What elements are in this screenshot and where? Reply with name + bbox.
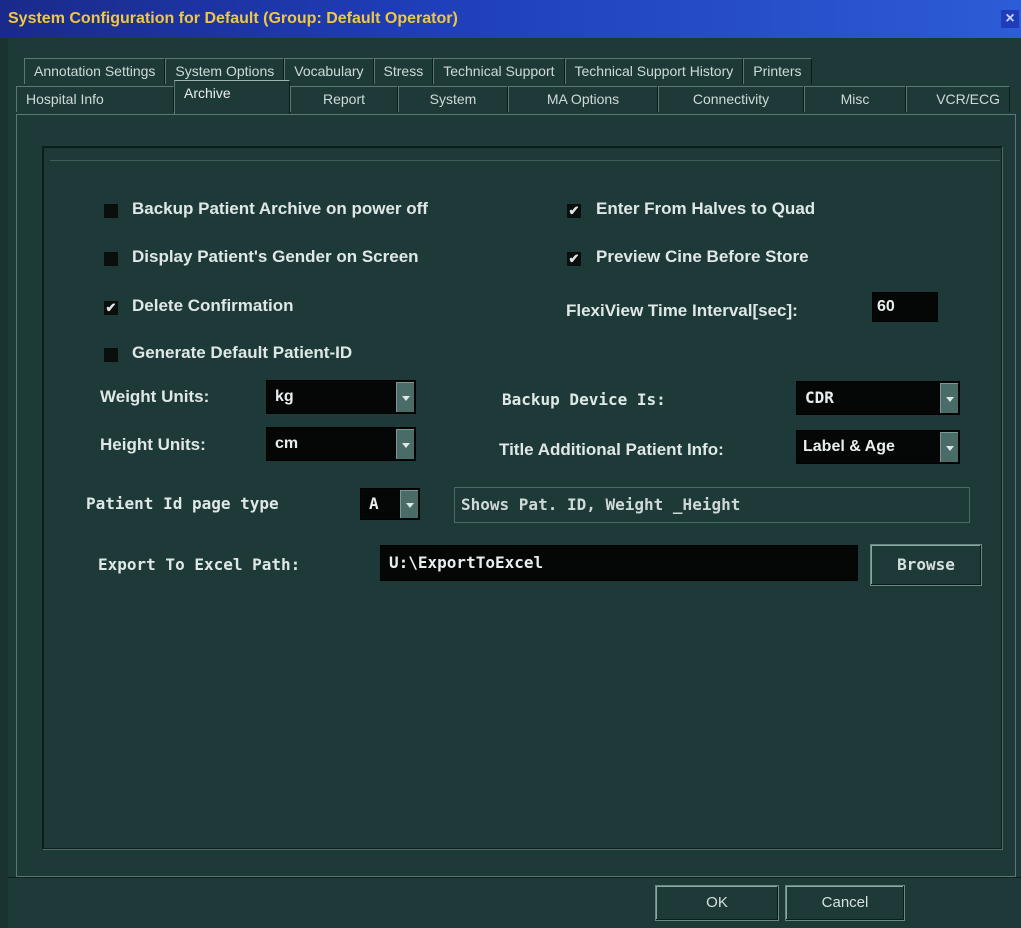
tab-stress[interactable]: Stress: [373, 58, 434, 84]
tab-technical-support-history[interactable]: Technical Support History: [564, 58, 744, 84]
backup-device-dropdown-icon[interactable]: [940, 383, 958, 413]
title-bar: System Configuration for Default (Group:…: [0, 0, 1021, 38]
tab-printers[interactable]: Printers: [743, 58, 812, 84]
patient-id-page-label: Patient Id page type: [86, 494, 279, 513]
tab-ma-options[interactable]: MA Options: [508, 86, 658, 112]
browse-button[interactable]: Browse: [870, 544, 982, 586]
generate-patient-id-checkbox[interactable]: [104, 348, 118, 362]
title-info-label: Title Additional Patient Info:: [499, 440, 724, 459]
group-divider: [50, 160, 1000, 161]
tab-misc[interactable]: Misc: [804, 86, 906, 112]
flexiview-input[interactable]: 60: [872, 292, 938, 322]
patient-id-page-value: A: [369, 494, 379, 513]
tab-vocabulary[interactable]: Vocabulary: [284, 58, 374, 84]
tab-report[interactable]: Report: [290, 86, 398, 112]
ok-button[interactable]: OK: [655, 885, 779, 921]
tab-technical-support[interactable]: Technical Support: [433, 58, 565, 84]
height-units-value: cm: [275, 435, 299, 452]
tab-row-front: Hospital Info Archive Report System MA O…: [16, 80, 1010, 114]
tab-annotation-settings[interactable]: Annotation Settings: [24, 58, 166, 84]
tab-connectivity[interactable]: Connectivity: [658, 86, 804, 112]
window-title: System Configuration for Default (Group:…: [8, 10, 458, 27]
flexiview-label: FlexiView Time Interval[sec]:: [566, 301, 798, 320]
generate-patient-id-label: Generate Default Patient-ID: [132, 343, 353, 362]
height-units-dropdown-icon[interactable]: [396, 429, 414, 459]
halves-to-quad-checkbox[interactable]: ✔: [567, 204, 581, 218]
weight-units-select[interactable]: kg: [266, 380, 416, 414]
height-units-label: Height Units:: [100, 435, 206, 454]
backup-device-value: CDR: [805, 388, 834, 407]
patient-id-page-description: Shows Pat. ID, Weight _Height: [454, 487, 970, 523]
preview-cine-label: Preview Cine Before Store: [596, 247, 809, 266]
tab-row-back: Annotation Settings System Options Vocab…: [24, 58, 812, 84]
backup-on-power-off-checkbox[interactable]: [104, 204, 118, 218]
close-icon[interactable]: ×: [1001, 10, 1019, 28]
title-info-value: Label & Age: [803, 438, 895, 455]
weight-units-label: Weight Units:: [100, 387, 210, 406]
footer-divider: [8, 877, 1021, 878]
backup-device-select[interactable]: CDR: [796, 381, 960, 415]
halves-to-quad-label: Enter From Halves to Quad: [596, 199, 816, 218]
weight-units-dropdown-icon[interactable]: [396, 382, 414, 412]
backup-device-label: Backup Device Is:: [502, 390, 666, 409]
preview-cine-checkbox[interactable]: ✔: [567, 252, 581, 266]
display-gender-label: Display Patient's Gender on Screen: [132, 247, 419, 266]
tab-vcr-ecg[interactable]: VCR/ECG: [906, 86, 1010, 112]
tab-system[interactable]: System: [398, 86, 508, 112]
title-info-dropdown-icon[interactable]: [940, 432, 958, 462]
export-path-label: Export To Excel Path:: [98, 555, 301, 574]
height-units-select[interactable]: cm: [266, 427, 416, 461]
delete-confirmation-label: Delete Confirmation: [132, 296, 294, 315]
tab-archive[interactable]: Archive: [174, 80, 290, 114]
display-gender-checkbox[interactable]: [104, 252, 118, 266]
weight-units-value: kg: [275, 388, 294, 405]
backup-on-power-off-label: Backup Patient Archive on power off: [132, 199, 428, 218]
title-info-select[interactable]: Label & Age: [796, 430, 960, 464]
tab-hospital-info[interactable]: Hospital Info: [16, 86, 174, 112]
patient-id-page-dropdown-icon[interactable]: [400, 490, 418, 518]
delete-confirmation-checkbox[interactable]: ✔: [104, 301, 118, 315]
cancel-button[interactable]: Cancel: [785, 885, 905, 921]
export-path-input[interactable]: U:\ExportToExcel: [380, 545, 858, 581]
